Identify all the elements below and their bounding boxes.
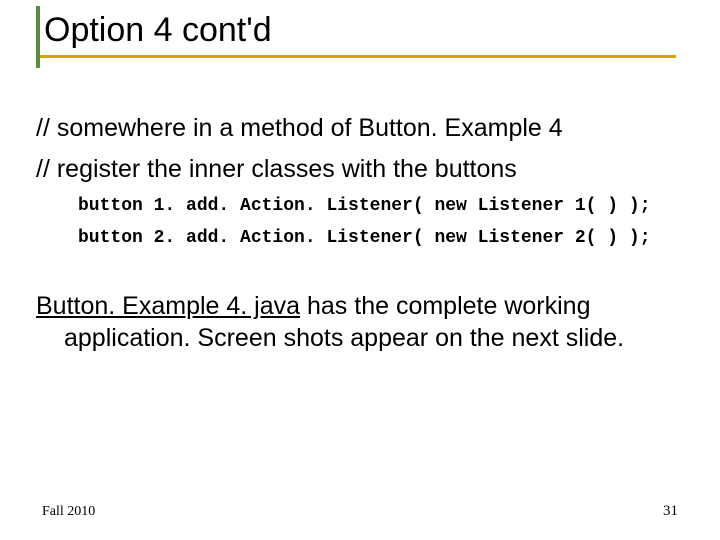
slide-title: Option 4 cont'd [36,12,684,49]
slide: Option 4 cont'd // somewhere in a method… [0,0,720,540]
title-block: Option 4 cont'd [36,0,684,58]
accent-horizontal-bar [36,55,676,58]
comment-line-1: // somewhere in a method of Button. Exam… [36,112,684,145]
code-line-1: button 1. add. Action. Listener( new Lis… [78,193,684,219]
footer-page-number: 31 [663,503,678,520]
footer-term: Fall 2010 [42,504,95,520]
comment-line-2: // register the inner classes with the b… [36,153,684,186]
file-link[interactable]: Button. Example 4. java [36,292,300,320]
code-line-2: button 2. add. Action. Listener( new Lis… [78,225,684,251]
description-paragraph: Button. Example 4. java has the complete… [36,290,684,355]
slide-body: // somewhere in a method of Button. Exam… [36,112,684,354]
accent-vertical-bar [36,6,40,68]
